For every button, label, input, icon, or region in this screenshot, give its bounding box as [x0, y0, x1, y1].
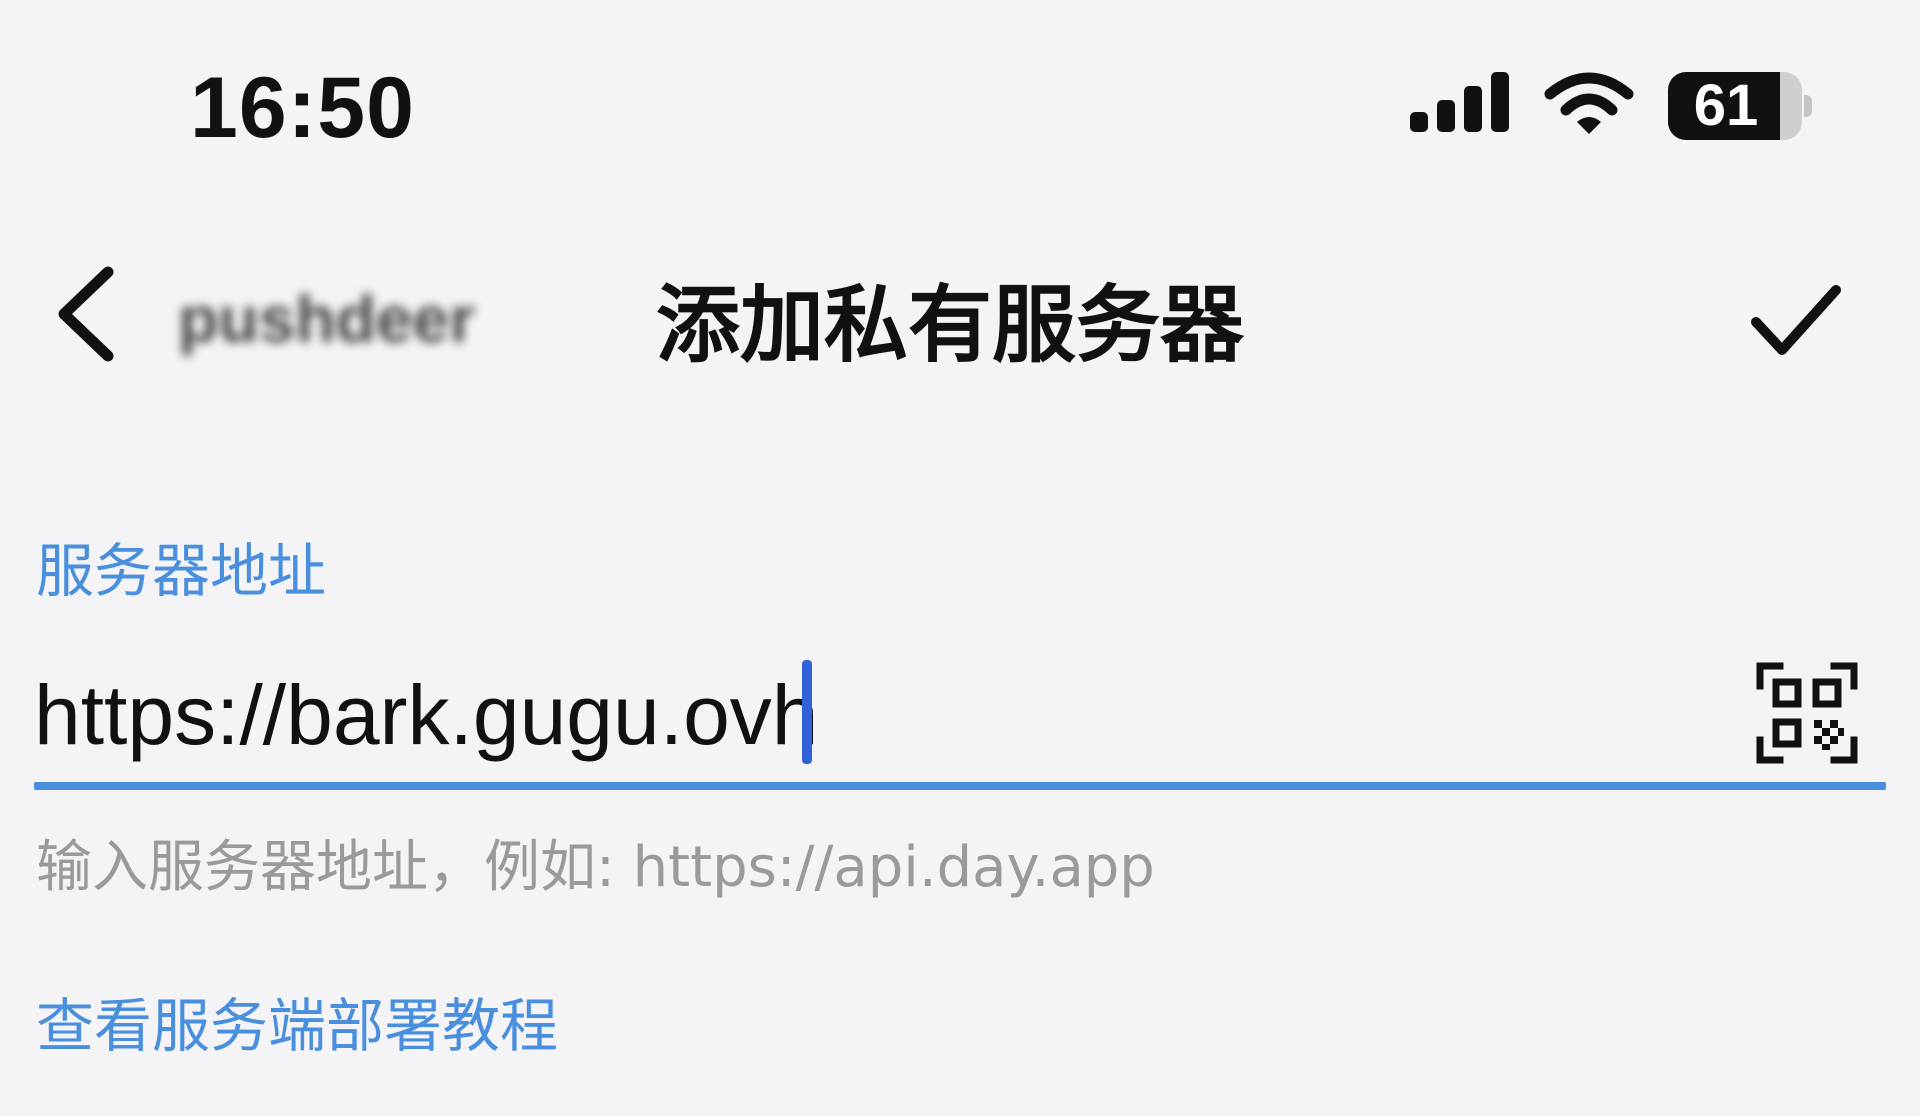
add-private-server-screen: 16:50 61 pushdeer 添加私有服务器 服务器地址 https://…	[0, 0, 1920, 1116]
page-title: 添加私有服务器	[656, 276, 1245, 374]
battery-level: 61	[1693, 73, 1759, 138]
battery-tip	[1804, 95, 1812, 117]
text-caret	[802, 660, 812, 764]
battery-indicator: 61	[1668, 72, 1802, 140]
checkmark-icon[interactable]	[1748, 280, 1844, 360]
back-button-label[interactable]: pushdeer	[178, 282, 566, 356]
server-address-helper: 输入服务器地址，例如: https://api.day.app	[36, 835, 1155, 900]
chevron-left-icon[interactable]	[46, 262, 122, 366]
wifi-icon	[1544, 72, 1634, 134]
signal-bars-icon	[1410, 72, 1509, 132]
status-time: 16:50	[190, 60, 415, 156]
qr-scan-icon[interactable]	[1756, 662, 1858, 764]
server-address-input[interactable]	[34, 652, 1714, 778]
server-address-label: 服务器地址	[36, 537, 327, 605]
input-underline	[34, 782, 1886, 790]
deployment-tutorial-link[interactable]: 查看服务端部署教程	[36, 990, 558, 1062]
